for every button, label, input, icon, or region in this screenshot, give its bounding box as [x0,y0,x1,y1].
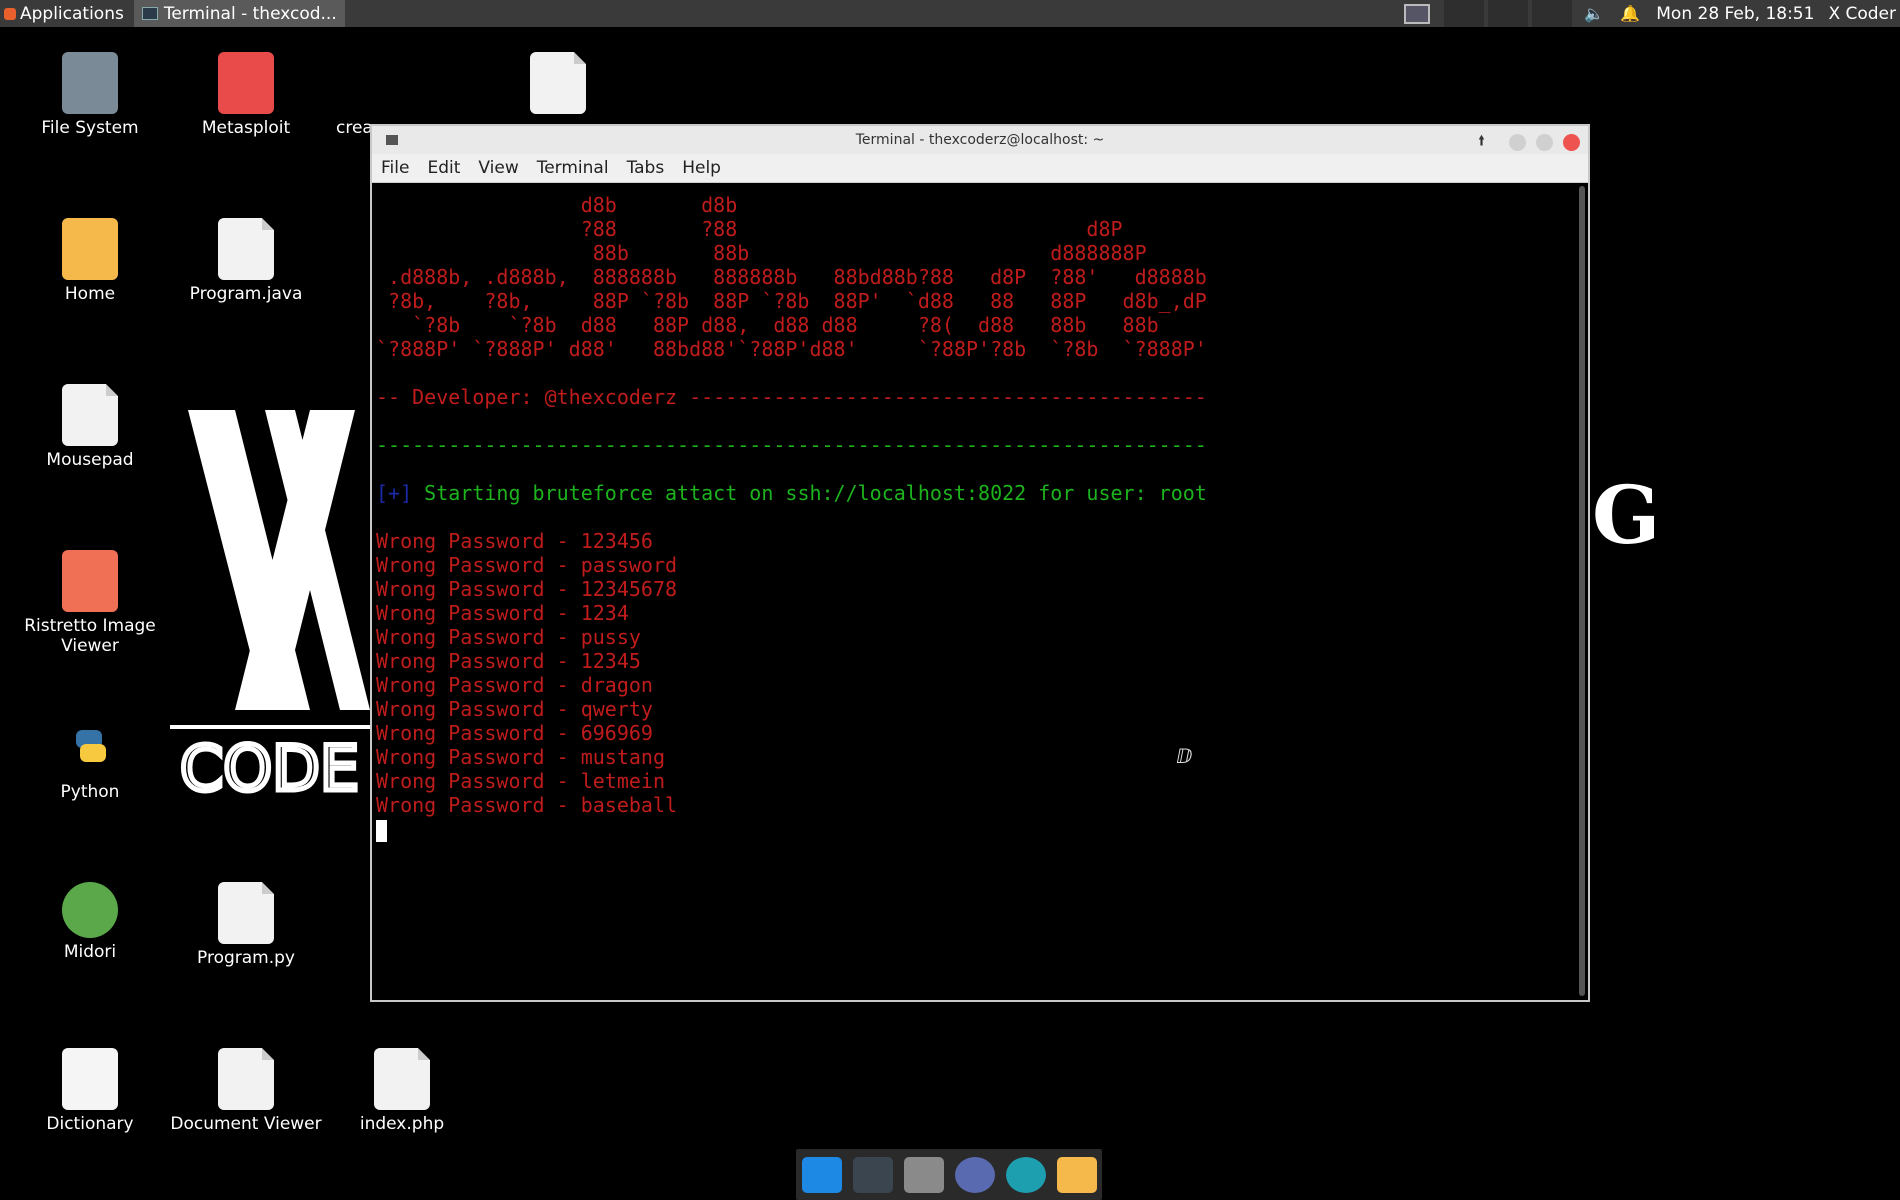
menu-edit[interactable]: Edit [418,158,469,178]
taskbar-item-label: Terminal - thexcod... [163,3,337,24]
minimize-button[interactable] [1509,133,1526,151]
banner-line: 88b 88b d888888P [376,241,1147,265]
image-viewer-icon [62,550,118,612]
terminal-menubar: File Edit View Terminal Tabs Help [372,154,1588,183]
file-manager-icon[interactable] [903,1156,944,1193]
dock [796,1149,1102,1200]
desktop-icon-document-viewer[interactable]: Document Viewer [168,1048,324,1134]
attempt-line: Wrong Password - baseball [376,793,678,817]
attempt-line: Wrong Password - 123456 [376,529,653,553]
taskbar-item-terminal[interactable]: Terminal - thexcod... [133,0,345,27]
banner-line: ?8b, ?8b, 88P `?8b 88P `?8b 88P' `d88 88… [376,289,1207,313]
status-text: Starting bruteforce attact on ssh://loca… [412,481,1207,505]
user-menu[interactable]: X Coder [1828,4,1896,24]
terminal-output[interactable]: d8b d8b ?88 ?88 d8P 88b 88b d888888P .d8… [374,183,1574,1000]
attempt-line: Wrong Password - 696969 [376,721,653,745]
java-file-icon [218,218,274,280]
attempt-line: Wrong Password - 1234 [376,601,629,625]
dictionary-icon [62,1048,118,1110]
midori-icon [62,882,118,938]
show-desktop-icon[interactable] [801,1156,842,1193]
attempt-line: Wrong Password - mustang [376,745,665,769]
status-prefix: [+] [376,481,413,505]
maximize-button[interactable] [1536,133,1553,151]
terminal-window[interactable]: Terminal - thexcoderz@localhost: ~ 🠙 Fil… [370,124,1590,1002]
workspace-2[interactable] [1444,0,1485,27]
desktop-icon-ristretto[interactable]: Ristretto Image Viewer [12,550,168,656]
volume-icon[interactable]: 🔈 [1584,4,1604,23]
attempt-line: Wrong Password - qwerty [376,697,653,721]
desktop-icon-program-py[interactable]: Program.py [168,882,324,968]
banner-line: d8b d8b [376,193,738,217]
attempt-line: Wrong Password - 12345678 [376,577,678,601]
desktop-icon-text-file[interactable] [480,52,636,118]
desktop-icon-file-system[interactable]: File System [12,52,168,138]
desktop-icon-program-java[interactable]: Program.java [168,218,324,304]
browser-compass-icon[interactable] [954,1156,995,1193]
banner-line: .d888b, .d888b, 888888b 888888b 88bd88b?… [376,265,1207,289]
attempt-line: Wrong Password - letmein [376,769,665,793]
desktop-icon-metasploit[interactable]: Metasploit [168,52,324,138]
php-file-icon [374,1048,430,1110]
ibeam-cursor-icon: ⅅ [1176,744,1193,768]
desktop-icon-index-php[interactable]: index.php [324,1048,480,1134]
banner-line: `?888P' `?888P' d88' 88bd88'`?88P'd88' `… [376,337,1207,361]
background-logo-text: CODE [180,732,359,800]
terminal-title: Terminal - thexcoderz@localhost: ~ [855,132,1105,148]
banner-line: `?8b `?8b d88 88P d88, d88 d88 ?8( d88 8… [376,313,1159,337]
desktop-icon-create[interactable]: crea [324,52,374,138]
top-panel: Applications Terminal - thexcod... 🔈 🔔 M… [0,0,1900,27]
developer-line: -- Developer: @thexcoderz --------------… [376,385,1207,409]
menu-help[interactable]: Help [673,158,730,178]
folder-icon[interactable] [1056,1156,1097,1193]
background-x-logo: CODE [170,410,370,800]
applications-menu[interactable]: Applications [0,0,128,27]
close-button[interactable] [1563,133,1580,151]
terminal-launcher-icon[interactable] [852,1156,893,1193]
panel-tray: 🔈 🔔 Mon 28 Feb, 18:51 X Coder [1404,0,1900,27]
menu-file[interactable]: File [372,158,418,178]
attempt-line: Wrong Password - pussy [376,625,641,649]
workspace-3[interactable] [1488,0,1529,27]
attempt-line: Wrong Password - 12345 [376,649,641,673]
applications-icon [4,7,16,20]
home-folder-icon [62,218,118,280]
applications-label: Applications [20,3,124,24]
terminal-scrollbar[interactable] [1579,186,1585,996]
document-viewer-icon [218,1048,274,1110]
terminal-titlebar[interactable]: Terminal - thexcoderz@localhost: ~ 🠙 [372,126,1588,154]
python-file-icon [218,882,274,944]
mousepad-icon [62,384,118,446]
menu-tabs[interactable]: Tabs [618,158,674,178]
metasploit-icon [218,52,274,114]
desktop-icon-mousepad[interactable]: Mousepad [12,384,168,470]
menu-view[interactable]: View [469,158,527,178]
arrow-up-icon[interactable]: 🠙 [1478,130,1485,154]
menu-terminal[interactable]: Terminal [528,158,618,178]
drive-icon [62,52,118,114]
attempt-line: Wrong Password - dragon [376,673,653,697]
python-icon [62,716,118,778]
search-icon[interactable] [1005,1156,1046,1193]
clock[interactable]: Mon 28 Feb, 18:51 [1656,4,1814,24]
desktop-icon-home[interactable]: Home [12,218,168,304]
desktop-icon-midori[interactable]: Midori [12,882,168,962]
attempt-line: Wrong Password - password [376,553,678,577]
terminal-icon [141,7,158,20]
background-logo-right: G [1592,468,1661,562]
banner-line: ?88 ?88 d8P [376,217,1123,241]
text-cursor [376,819,387,842]
notification-bell-icon[interactable]: 🔔 [1620,4,1640,23]
workspace-switcher[interactable] [1404,3,1431,24]
text-file-icon [530,52,586,114]
desktop-icon-python[interactable]: Python [12,716,168,802]
separator-line: ----------------------------------------… [376,433,1207,457]
desktop-icon-dictionary[interactable]: Dictionary [12,1048,168,1134]
workspace-4[interactable] [1532,0,1573,27]
